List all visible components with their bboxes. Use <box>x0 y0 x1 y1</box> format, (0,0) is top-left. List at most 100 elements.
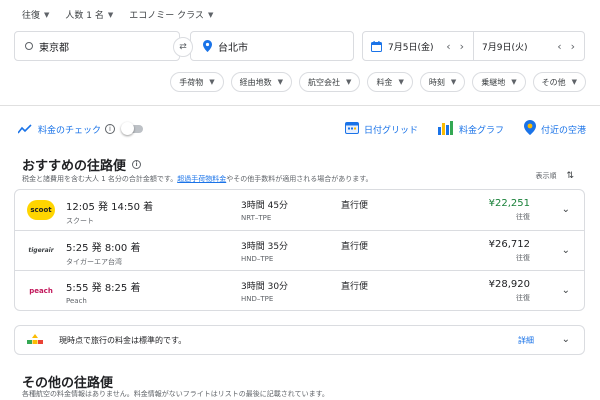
swap-icon[interactable]: ⇄ <box>173 37 193 57</box>
price-type: 往復 <box>516 213 530 221</box>
price-block: ¥26,712 往復 <box>489 239 530 263</box>
flight-duration-block: 3時間 35分 HND–TPE <box>241 239 288 263</box>
best-flights-heading: おすすめの往路便 i <box>22 155 142 174</box>
flight-duration-block: 3時間 30分 HND–TPE <box>241 279 288 303</box>
caret-down-icon: ▼ <box>346 78 352 86</box>
sort-control[interactable]: 表示順 ⇅ <box>535 171 574 181</box>
chevron-right-icon[interactable]: › <box>571 40 575 53</box>
filter-baggage[interactable]: 手荷物 ▼ <box>170 72 224 92</box>
sort-icon: ⇅ <box>566 171 574 181</box>
filter-label: 手荷物 <box>179 77 204 87</box>
flight-times: 12:05 発 14:50 着 スクート <box>66 198 153 226</box>
flight-duration: 3時間 45分 <box>241 201 289 211</box>
flight-duration: 3時間 30分 <box>241 282 289 292</box>
passengers-label: 人数 1 名 <box>65 11 104 21</box>
trip-options-bar: 往復 ▼ 人数 1 名 ▼ エコノミー クラス ▼ <box>22 8 213 22</box>
chevron-down-icon[interactable]: ⌄ <box>562 245 570 256</box>
airline-name: スクート <box>66 217 94 225</box>
destination-field[interactable]: 台北市 <box>190 31 354 61</box>
flight-stops: 直行便 <box>341 242 369 252</box>
note-suffix: やその他手数料が適用される場合があります。 <box>226 175 373 183</box>
flight-times: 5:25 発 8:00 着 タイガーエア台湾 <box>66 239 140 267</box>
price-block: ¥22,251 往復 <box>489 198 530 222</box>
cabin-dropdown[interactable]: エコノミー クラス ▼ <box>129 8 213 22</box>
filter-label: その他 <box>541 77 566 87</box>
caret-down-icon: ▼ <box>450 78 457 86</box>
info-icon[interactable]: i <box>105 124 116 134</box>
divider <box>0 105 600 106</box>
origin-circle-icon <box>25 42 33 50</box>
filter-label: 料金 <box>376 77 393 87</box>
peach-logo: peach <box>29 286 53 295</box>
filter-airlines[interactable]: 航空会社 ▼ <box>299 72 361 92</box>
filter-label: 経由地数 <box>239 77 272 87</box>
filter-stops[interactable]: 経由地数 ▼ <box>230 72 293 92</box>
caret-down-icon: ▼ <box>277 78 284 86</box>
depart-date-nav: ‹ › <box>446 40 473 53</box>
price-graph-icon <box>437 120 454 138</box>
passengers-dropdown[interactable]: 人数 1 名 ▼ <box>65 8 114 22</box>
caret-down-icon: ▼ <box>571 78 577 86</box>
flight-time: 5:55 発 8:25 着 <box>66 283 141 294</box>
depart-date-value: 7月5日(金) <box>388 42 434 53</box>
flight-price: ¥26,712 <box>488 239 530 250</box>
price-type: 往復 <box>516 254 530 262</box>
flight-results-list: scoot 12:05 発 14:50 着 スクート 3時間 45分 NRT–T… <box>14 189 585 311</box>
airline-logo-peach: peach <box>26 287 56 295</box>
trip-type-label: 往復 <box>22 11 41 21</box>
filter-times[interactable]: 時刻 ▼ <box>419 72 466 92</box>
flight-route: NRT–TPE <box>241 214 272 222</box>
filter-connecting[interactable]: 乗継地 ▼ <box>472 72 526 92</box>
caret-down-icon: ▼ <box>209 78 215 86</box>
destination-value: 台北市 <box>218 42 248 54</box>
location-pin-icon <box>203 40 212 52</box>
price-graph-button[interactable]: 料金グラフ <box>437 120 504 138</box>
nearby-airports-button[interactable]: 付近の空港 <box>523 120 586 138</box>
date-grid-label: 日付グリッド <box>363 125 418 136</box>
details-link[interactable]: 詳細 <box>518 335 534 346</box>
flight-times: 5:55 発 8:25 着 Peach <box>66 279 140 305</box>
origin-field[interactable]: 東京都 <box>14 31 180 61</box>
date-grid-button[interactable]: 日付グリッド <box>344 121 418 137</box>
airline-logo-tigerair: tigerair <box>26 247 56 254</box>
origin-value: 東京都 <box>39 42 69 54</box>
chevron-down-icon[interactable]: ⌄ <box>562 285 570 296</box>
airline-name: Peach <box>66 297 87 305</box>
caret-down-icon: ▼ <box>107 10 114 19</box>
flight-row-tigerair[interactable]: tigerair 5:25 発 8:00 着 タイガーエア台湾 3時間 35分 … <box>15 230 584 270</box>
best-flights-title: おすすめの往路便 <box>22 159 127 174</box>
chevron-down-icon[interactable]: ⌄ <box>562 204 570 215</box>
price-type: 往復 <box>516 294 530 302</box>
note-prefix: 税金と諸費用を含む大人 1 名分の合計金額です。 <box>22 175 178 183</box>
chevron-down-icon[interactable]: ⌄ <box>562 334 570 345</box>
flight-route: HND–TPE <box>241 255 274 263</box>
flight-row-peach[interactable]: peach 5:55 発 8:25 着 Peach 3時間 30分 HND–TP… <box>15 270 584 310</box>
view-tools: 日付グリッド 料金グラフ 付近の空港 <box>344 120 586 138</box>
airline-logo-scoot: scoot <box>26 200 56 220</box>
filter-chips: 手荷物 ▼ 経由地数 ▼ 航空会社 ▼ 料金 ▼ 時刻 ▼ 乗継地 ▼ その他 ▼ <box>170 72 586 92</box>
price-block: ¥28,920 往復 <box>489 279 530 303</box>
track-prices-toggle[interactable] <box>121 122 144 135</box>
price-insight-text: 現時点で旅行の料金は標準的です。 <box>59 335 187 345</box>
chevron-right-icon[interactable]: › <box>460 40 464 53</box>
return-date-nav: ‹ › <box>557 40 584 53</box>
baggage-fees-link[interactable]: 超過手荷物料金 <box>177 175 226 183</box>
price-insight-card[interactable]: 現時点で旅行の料金は標準的です。 詳細 ⌄ <box>14 325 585 355</box>
flight-duration-block: 3時間 45分 NRT–TPE <box>241 198 288 222</box>
flight-stops: 直行便 <box>341 201 369 211</box>
depart-date-field[interactable]: 7月5日(金) ‹ › <box>363 32 473 60</box>
filter-more[interactable]: その他 ▼ <box>532 72 586 92</box>
best-flights-note: 税金と諸費用を含む大人 1 名分の合計金額です。超過手荷物料金やその他手数料が適… <box>22 174 373 184</box>
caret-down-icon: ▼ <box>511 78 517 86</box>
filter-label: 航空会社 <box>308 77 341 87</box>
date-grid-icon <box>344 121 359 137</box>
return-date-field[interactable]: 7月9日(火) ‹ › <box>473 32 584 60</box>
info-icon[interactable]: i <box>132 160 142 169</box>
chevron-left-icon[interactable]: ‹ <box>446 40 450 53</box>
other-flights-note: 各種航空の料金情報はありません。料金情報がないフライトはリストの最後に記載されて… <box>22 390 329 398</box>
price-level-icon <box>27 334 43 346</box>
chevron-left-icon[interactable]: ‹ <box>557 40 561 53</box>
filter-price[interactable]: 料金 ▼ <box>367 72 413 92</box>
trip-type-dropdown[interactable]: 往復 ▼ <box>22 8 49 22</box>
flight-row-scoot[interactable]: scoot 12:05 発 14:50 着 スクート 3時間 45分 NRT–T… <box>15 190 584 230</box>
